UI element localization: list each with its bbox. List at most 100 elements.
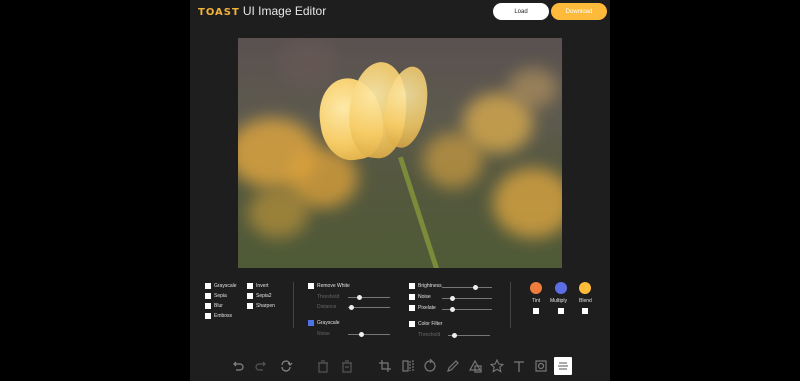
- multiply-color-picker[interactable]: [555, 282, 567, 294]
- bg-flower: [508, 68, 558, 108]
- divider: [510, 282, 511, 328]
- filter-emboss[interactable]: Emboss: [205, 313, 232, 319]
- filter-label: Blur: [214, 303, 223, 309]
- checkbox[interactable]: [409, 305, 415, 311]
- blend-checkbox[interactable]: [582, 308, 588, 314]
- tint-label: Tint: [532, 298, 541, 304]
- filter-label: Brightness: [418, 283, 442, 289]
- draw-icon[interactable]: [446, 359, 460, 373]
- filter-invert[interactable]: Invert: [247, 283, 269, 289]
- slider-knob[interactable]: [450, 307, 455, 312]
- filter-grayscale-2[interactable]: Grayscale: [308, 320, 340, 326]
- bg-blur: [278, 38, 338, 88]
- checkbox[interactable]: [409, 283, 415, 289]
- noise-label: Noise: [317, 331, 330, 337]
- load-button[interactable]: Load: [493, 3, 549, 20]
- checkbox[interactable]: [308, 283, 314, 289]
- blend-label: Blend: [579, 298, 592, 304]
- slider-knob[interactable]: [357, 295, 362, 300]
- slider-knob[interactable]: [349, 305, 354, 310]
- icon-icon[interactable]: [490, 359, 504, 373]
- filter-sepia[interactable]: Sepia: [205, 293, 227, 299]
- bottom-toolbar: [190, 351, 610, 381]
- bg-flower: [423, 133, 483, 188]
- checkbox[interactable]: [409, 321, 415, 327]
- checkbox[interactable]: [205, 283, 211, 289]
- noise-slider-2[interactable]: [442, 296, 492, 301]
- slider-label: Threshold: [317, 294, 340, 300]
- pixelate-slider[interactable]: [442, 307, 492, 312]
- tint-checkbox[interactable]: [533, 308, 539, 314]
- filter-label: Noise: [418, 294, 431, 300]
- filter-label: Emboss: [214, 313, 233, 319]
- logo-brand: TOAST: [198, 7, 240, 18]
- filter-label: Invert: [256, 283, 269, 289]
- filter-blur[interactable]: Blur: [205, 303, 223, 309]
- delete-icon[interactable]: [316, 359, 330, 373]
- filter-label: Pixelate: [418, 305, 436, 311]
- filter-grayscale[interactable]: Grayscale: [205, 283, 237, 289]
- noise-slider[interactable]: [348, 332, 390, 337]
- redo-icon[interactable]: [254, 359, 268, 373]
- slider-knob[interactable]: [450, 296, 455, 301]
- filter-label: Color Filter: [418, 321, 443, 327]
- filter-noise[interactable]: Noise: [409, 294, 431, 300]
- undo-icon[interactable]: [231, 359, 245, 373]
- filter-remove-white[interactable]: Remove White: [308, 283, 350, 289]
- crop-icon[interactable]: [378, 359, 392, 373]
- threshold-2-label: Threshold: [418, 332, 440, 338]
- checkbox[interactable]: [409, 294, 415, 300]
- filter-color-filter[interactable]: Color Filter: [409, 321, 442, 327]
- filter-sepia2[interactable]: Sepia2: [247, 293, 272, 299]
- checkbox[interactable]: [247, 283, 253, 289]
- rotate-icon[interactable]: [423, 359, 437, 373]
- flip-icon[interactable]: [401, 359, 415, 373]
- slider-label: Distance: [317, 304, 337, 310]
- slider-label: Threshold: [418, 332, 441, 338]
- logo: TOAST UI Image Editor: [198, 4, 326, 18]
- threshold-2-slider[interactable]: [448, 333, 490, 338]
- slider-label: Noise: [317, 331, 330, 337]
- slider-knob[interactable]: [452, 333, 457, 338]
- filter-label: Sharpen: [256, 303, 275, 309]
- distance-slider[interactable]: [348, 305, 390, 310]
- text-icon[interactable]: [512, 359, 526, 373]
- checkbox[interactable]: [205, 303, 211, 309]
- filter-label: Grayscale: [317, 320, 340, 326]
- tint-color-picker[interactable]: [530, 282, 542, 294]
- filter-sharpen[interactable]: Sharpen: [247, 303, 275, 309]
- image-canvas[interactable]: [238, 38, 562, 268]
- multiply-label: Multiply: [550, 298, 567, 304]
- mask-icon[interactable]: [534, 359, 548, 373]
- checkbox[interactable]: [205, 293, 211, 299]
- checkbox[interactable]: [308, 320, 314, 326]
- filter-label: Sepia2: [256, 293, 272, 299]
- slider-knob[interactable]: [473, 285, 478, 290]
- blend-color-picker[interactable]: [579, 282, 591, 294]
- checkbox[interactable]: [205, 313, 211, 319]
- bg-flower: [248, 188, 308, 238]
- filter-panel: Grayscale Sepia Blur Emboss Invert Sepia…: [190, 278, 610, 342]
- multiply-checkbox[interactable]: [558, 308, 564, 314]
- image-editor-app: TOAST UI Image Editor Load Download Grays…: [190, 0, 610, 381]
- reset-icon[interactable]: [279, 359, 293, 373]
- divider: [293, 282, 294, 328]
- filter-icon[interactable]: [554, 357, 572, 375]
- brightness-slider[interactable]: [442, 285, 492, 290]
- header: TOAST UI Image Editor Load Download: [190, 0, 610, 26]
- filter-label: Sepia: [214, 293, 227, 299]
- checkbox[interactable]: [247, 293, 253, 299]
- filter-brightness[interactable]: Brightness: [409, 283, 442, 289]
- threshold-slider[interactable]: [348, 295, 390, 300]
- filter-pixelate[interactable]: Pixelate: [409, 305, 436, 311]
- filter-label: Remove White: [317, 283, 350, 289]
- logo-title: UI Image Editor: [242, 4, 327, 18]
- bg-flower: [493, 168, 562, 238]
- threshold-label: Threshold: [317, 294, 339, 300]
- delete-all-icon[interactable]: [340, 359, 354, 373]
- download-button[interactable]: Download: [551, 3, 607, 20]
- slider-knob[interactable]: [359, 332, 364, 337]
- shape-icon[interactable]: [468, 359, 482, 373]
- checkbox[interactable]: [247, 303, 253, 309]
- distance-label: Distance: [317, 304, 336, 310]
